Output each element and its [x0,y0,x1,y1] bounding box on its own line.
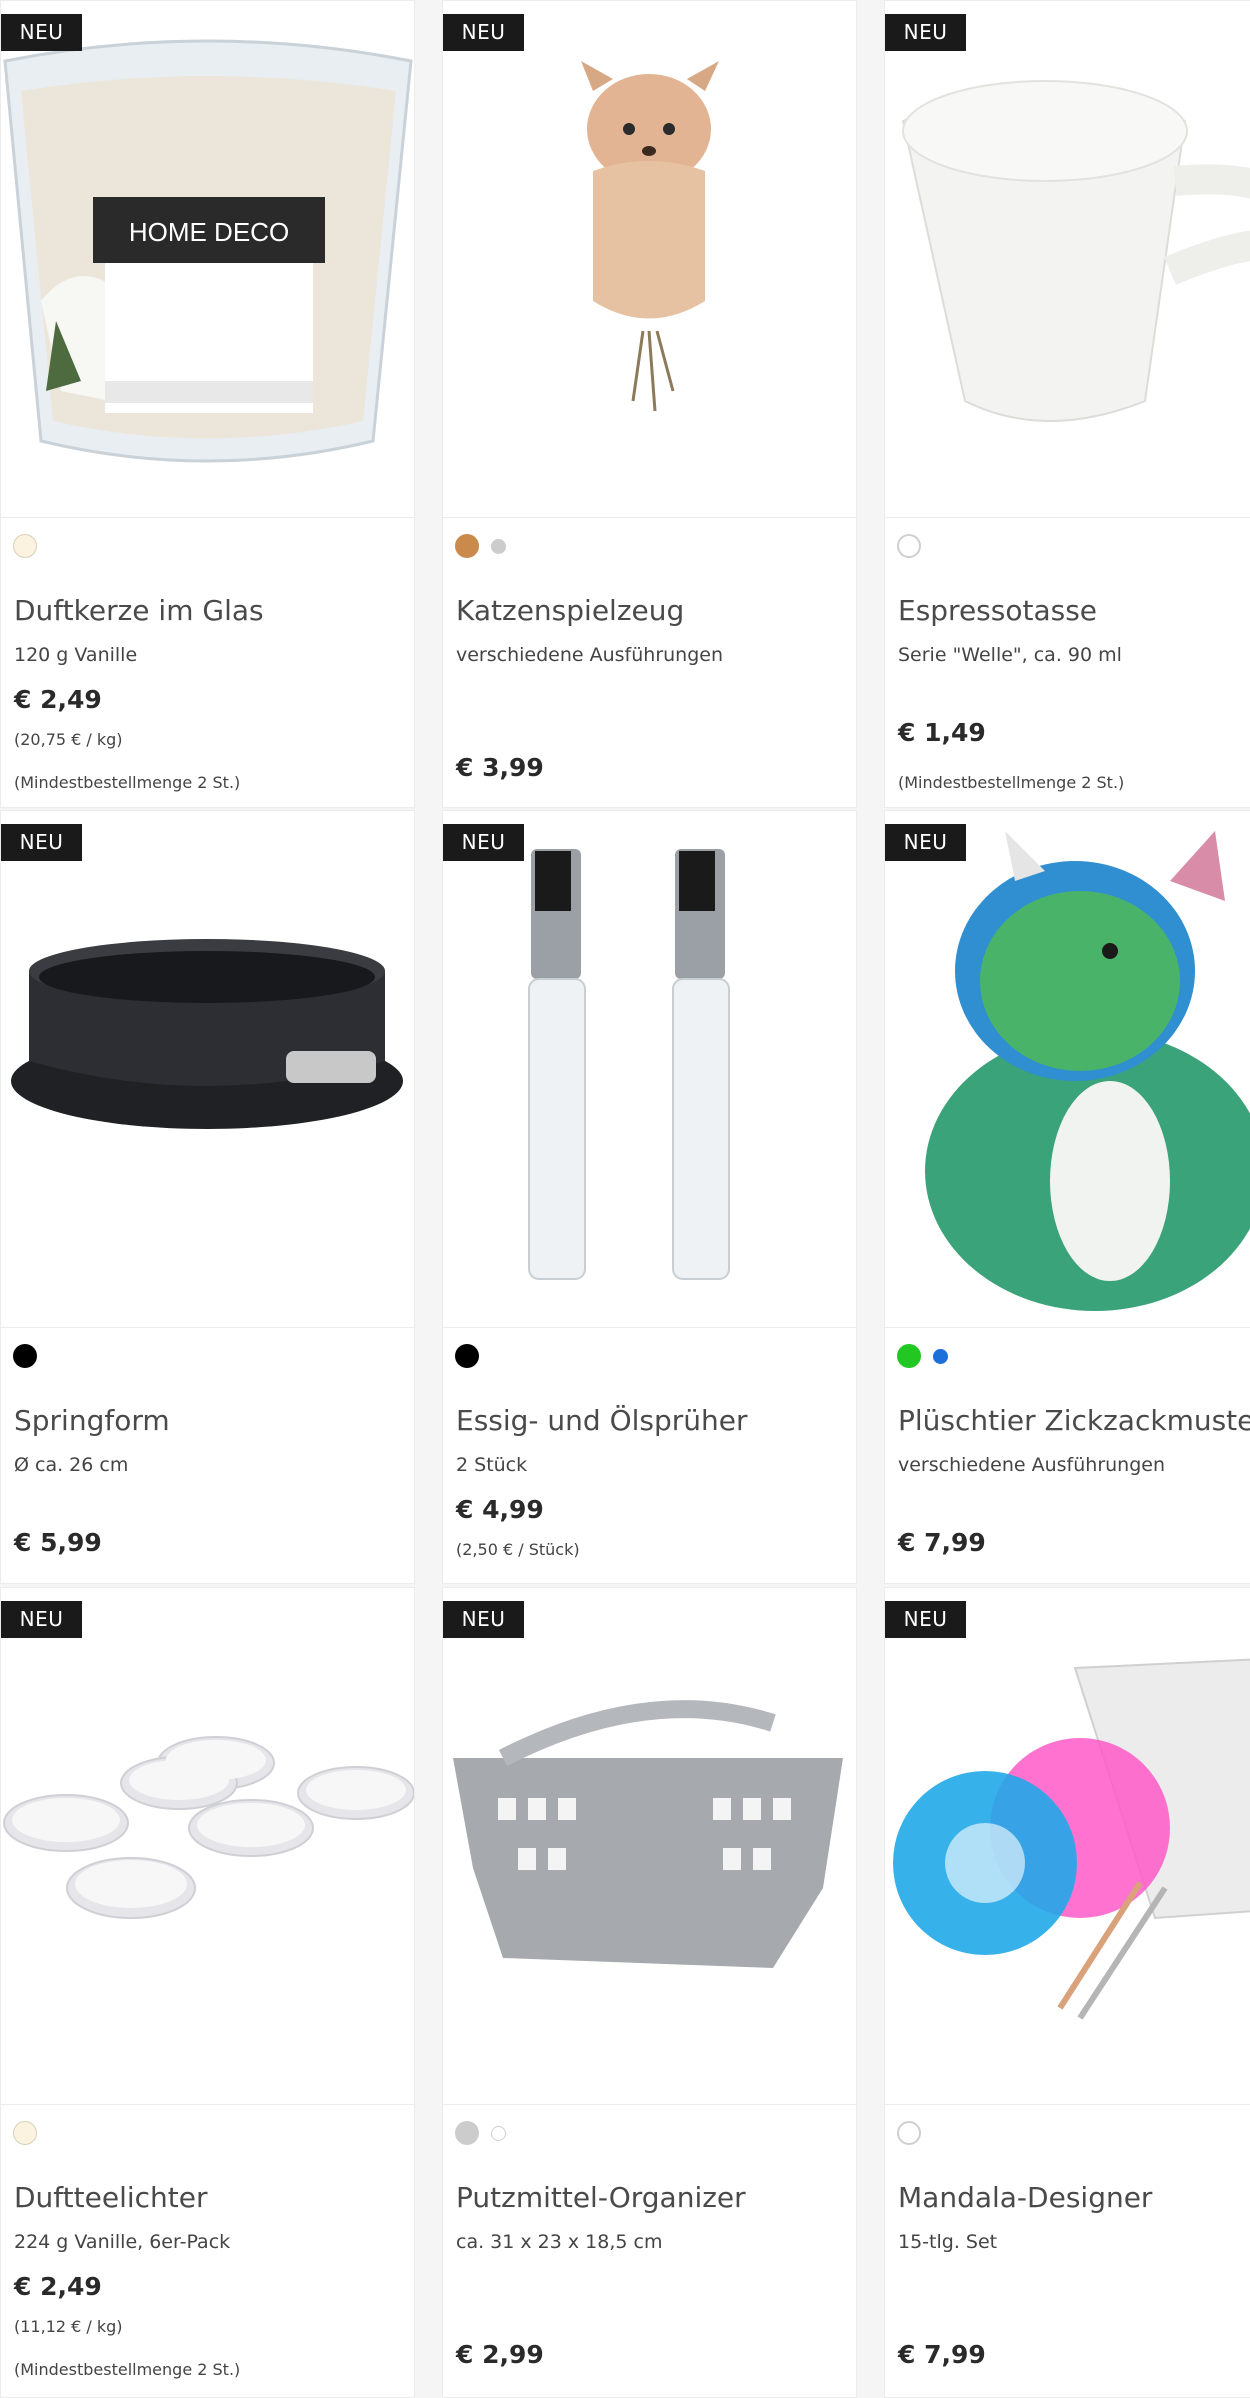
product-title[interactable]: Mandala-Designer [898,2181,1152,2214]
new-badge: NEU [1,14,82,51]
swatch-white[interactable] [897,534,921,558]
unit-price: (20,75 € / kg) [14,730,123,749]
unit-price: (11,12 € / kg) [14,2317,123,2336]
swatch-black[interactable] [13,1344,37,1368]
product-subtitle: 2 Stück [456,1454,528,1476]
color-swatches [897,531,921,561]
product-title[interactable]: Putzmittel-Organizer [456,2181,746,2214]
swatch-green[interactable] [897,1344,921,1368]
product-price: € 2,49 [14,685,102,714]
product-subtitle: Ø ca. 26 cm [14,1454,129,1476]
new-badge: NEU [885,14,966,51]
plush-fawn-toy-image[interactable] [443,1,856,518]
product-card[interactable]: NEU Katzenspielzeug verschiedene Ausführ… [442,0,857,808]
swatch-cream[interactable] [13,2121,37,2145]
tealights-image[interactable] [1,1588,414,2105]
swatch-grey[interactable] [491,538,506,554]
color-swatches [13,2118,37,2148]
new-badge: NEU [443,824,524,861]
color-swatches [13,531,37,561]
product-price: € 5,99 [14,1528,102,1557]
product-price: € 3,99 [456,753,544,782]
product-card[interactable]: NEU Essig- und Ölsprüher 2 Stück € 4,99 … [442,810,857,1584]
product-price: € 7,99 [898,1528,986,1557]
product-title[interactable]: Plüschtier Zickzackmuster [898,1404,1250,1437]
product-title[interactable]: Duftkerze im Glas [14,594,264,627]
product-price: € 4,99 [456,1495,544,1524]
product-subtitle: 120 g Vanille [14,644,138,666]
product-subtitle: Serie "Welle", ca. 90 ml [898,644,1122,666]
product-card[interactable]: HOME DECO NEU Duftkerze im Glas 120 g Va… [0,0,415,808]
new-badge: NEU [443,1601,524,1638]
swatch-brown[interactable] [455,534,479,558]
color-swatches [455,531,506,561]
swatch-white[interactable] [897,2121,921,2145]
swatch-grey[interactable] [455,2121,479,2145]
product-subtitle: 15-tlg. Set [898,2231,998,2253]
oil-sprayer-bottles-image[interactable] [443,811,856,1328]
swatch-blue[interactable] [933,1348,948,1364]
swatch-white[interactable] [491,2125,506,2141]
product-price: € 2,99 [456,2340,544,2369]
product-card[interactable]: NEU Putzmittel-Organizer ca. 31 x 23 x 1… [442,1587,857,2398]
candle-jar-image[interactable]: HOME DECO [1,1,414,518]
color-swatches [897,2118,921,2148]
min-order-note: (Mindestbestellmenge 2 St.) [898,773,1125,792]
color-swatches [455,2118,506,2148]
new-badge: NEU [1,824,82,861]
color-swatches [897,1341,948,1371]
product-card[interactable]: NEU Espressotasse Serie "Welle", ca. 90 … [884,0,1250,808]
new-badge: NEU [1,1601,82,1638]
espresso-cup-image[interactable] [885,1,1250,518]
min-order-note: (Mindestbestellmenge 2 St.) [14,2360,241,2379]
product-card[interactable]: NEU Duftteelichter 224 g Vanille, 6er-Pa… [0,1587,415,2398]
unit-price: (2,50 € / Stück) [456,1540,580,1559]
springform-pan-image[interactable] [1,811,414,1328]
product-title[interactable]: Essig- und Ölsprüher [456,1404,748,1437]
color-swatches [13,1341,37,1371]
product-title[interactable]: Katzenspielzeug [456,594,684,627]
swatch-black[interactable] [455,1344,479,1368]
product-price: € 7,99 [898,2340,986,2369]
swatch-cream[interactable] [13,534,37,558]
candle-label-text: HOME DECO [129,217,289,247]
cleaning-caddy-image[interactable] [443,1588,856,2105]
product-title[interactable]: Espressotasse [898,594,1097,627]
product-title[interactable]: Springform [14,1404,170,1437]
product-card[interactable]: NEU Plüschtier Zickzackmuster verschiede… [884,810,1250,1584]
new-badge: NEU [885,1601,966,1638]
product-subtitle: 224 g Vanille, 6er-Pack [14,2231,231,2253]
product-title[interactable]: Duftteelichter [14,2181,208,2214]
new-badge: NEU [443,14,524,51]
product-card[interactable]: NEU Mandala-Designer 15-tlg. Set € 7,99 [884,1587,1250,2398]
product-subtitle: ca. 31 x 23 x 18,5 cm [456,2231,663,2253]
product-grid: HOME DECO NEU Duftkerze im Glas 120 g Va… [0,0,1250,2398]
plush-dragon-image[interactable] [885,811,1250,1328]
new-badge: NEU [885,824,966,861]
product-price: € 2,49 [14,2272,102,2301]
product-price: € 1,49 [898,718,986,747]
product-subtitle: verschiedene Ausführungen [898,1454,1166,1476]
product-subtitle: verschiedene Ausführungen [456,644,724,666]
mandala-stencil-set-image[interactable] [885,1588,1250,2105]
product-card[interactable]: NEU Springform Ø ca. 26 cm € 5,99 [0,810,415,1584]
min-order-note: (Mindestbestellmenge 2 St.) [14,773,241,792]
color-swatches [455,1341,479,1371]
